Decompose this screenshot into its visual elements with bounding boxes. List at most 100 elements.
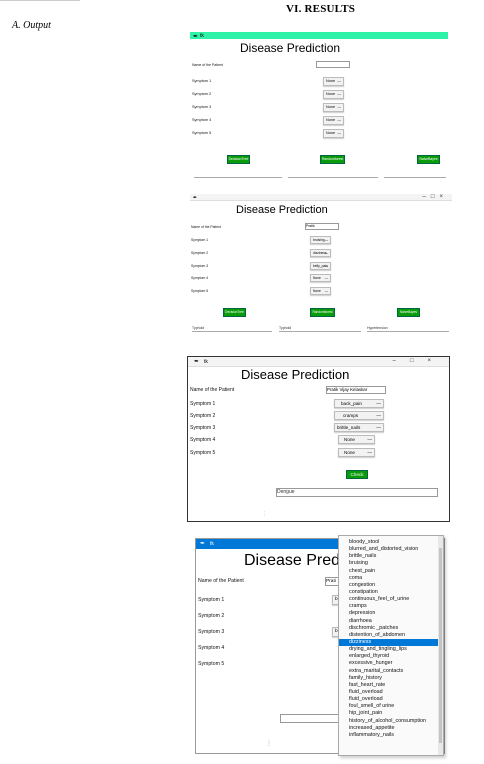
random-forest-output: [288, 172, 378, 178]
dropdown-options: bloody_stool blurred_and_distorted_vision…: [339, 536, 443, 739]
symptom-3-select[interactable]: belly_pain —: [310, 262, 331, 270]
dropdown-option[interactable]: brittle_nails: [339, 553, 443, 560]
symptom-2-select[interactable]: dizziness —: [310, 249, 331, 257]
naive-bayes-button[interactable]: NaiveBayes: [397, 308, 420, 317]
symptom-4-label: Symptom 4: [198, 645, 225, 651]
dropdown-option[interactable]: increased_appetite: [339, 725, 443, 732]
symptom-1-label: Symptom 1: [190, 401, 216, 407]
dropdown-option[interactable]: family_history: [339, 675, 443, 682]
naive-bayes-button[interactable]: NaiveBayes: [417, 155, 440, 164]
symptom-5-select[interactable]: None —: [310, 287, 331, 295]
dropdown-arrow-icon: —: [337, 92, 341, 96]
dropdown-scrollbar[interactable]: [438, 536, 443, 755]
check-button[interactable]: Check: [346, 470, 368, 479]
dropdown-option[interactable]: drying_and_tingling_lips: [339, 646, 443, 653]
patient-name-input[interactable]: Pratik Vijay Kelaskar: [326, 386, 386, 394]
dropdown-option[interactable]: constipation: [339, 589, 443, 596]
symptom-3-select[interactable]: brittle_nails —: [334, 423, 384, 432]
screenshot-window-1: ✒ tk Disease Prediction Name of the Pati…: [190, 32, 448, 180]
symptom-5-select[interactable]: None —: [338, 448, 375, 457]
symptom-3-select[interactable]: None —: [323, 103, 344, 112]
symptom-1-label: Symptom 1: [192, 79, 212, 83]
feather-icon: ✒: [194, 359, 200, 365]
dropdown-arrow-icon: —: [367, 437, 372, 442]
prediction-output: Dengue: [276, 488, 438, 497]
symptom-1-select[interactable]: back_pain —: [334, 399, 384, 408]
patient-name-label: Name of the Patient: [192, 63, 223, 67]
symptom-1-select[interactable]: None —: [323, 77, 344, 86]
naive-bayes-output: [384, 172, 446, 178]
dropdown-option[interactable]: dischromic _patches: [339, 625, 443, 632]
dropdown-arrow-icon: —: [324, 276, 328, 280]
dropdown-option[interactable]: hip_joint_pain: [339, 710, 443, 717]
resize-grip-icon: ⋮: [266, 741, 272, 747]
title-bar: ✒ –□×: [190, 194, 452, 201]
symptom-4-label: Symptom 4: [190, 437, 216, 443]
dropdown-option[interactable]: fluid_overload: [339, 696, 443, 703]
dropdown-option[interactable]: extra_marital_contacts: [339, 668, 443, 675]
window-controls-icon[interactable]: –□×: [393, 358, 445, 364]
symptom-3-label: Symptom 3: [190, 425, 216, 431]
symptom-4-select[interactable]: None —: [323, 116, 344, 125]
dropdown-arrow-icon: —: [337, 105, 341, 109]
dropdown-option[interactable]: dizziness: [339, 638, 443, 647]
patient-name-input[interactable]: [316, 61, 350, 68]
patient-name-label: Name of the Patient: [191, 225, 221, 229]
symptom-4-label: Symptom 4: [191, 276, 209, 280]
dropdown-option[interactable]: fluid_overload: [339, 689, 443, 696]
dropdown-arrow-icon: —: [324, 251, 328, 255]
scrollbar-thumb[interactable]: [439, 548, 442, 743]
window-name: tk: [200, 33, 204, 39]
dropdown-option[interactable]: congestion: [339, 582, 443, 589]
symptom-2-label: Symptom 2: [192, 92, 212, 96]
symptom-1-select[interactable]: bruising —: [310, 236, 331, 244]
subsection-heading: A. Output: [12, 20, 51, 31]
random-forest-button[interactable]: Randomforest: [320, 155, 345, 164]
dropdown-option[interactable]: diarrhoea: [339, 618, 443, 625]
dropdown-arrow-icon: —: [337, 79, 341, 83]
symptom-5-label: Symptom 5: [191, 289, 209, 293]
decision-tree-button[interactable]: DecisionTree: [223, 308, 246, 317]
top-rule: [0, 0, 80, 1]
decision-tree-button[interactable]: DecisionTree: [227, 155, 250, 164]
dropdown-arrow-icon: —: [337, 118, 341, 122]
dropdown-option[interactable]: chest_pain: [339, 568, 443, 575]
dropdown-option[interactable]: excessive_hunger: [339, 660, 443, 667]
symptom-4-select[interactable]: None —: [310, 274, 331, 282]
dropdown-option[interactable]: bloody_stool: [339, 539, 443, 546]
dropdown-option[interactable]: history_of_alcohol_consumption: [339, 718, 443, 725]
random-forest-output: Typhoid: [279, 326, 361, 332]
patient-name-input[interactable]: Pratik: [305, 223, 339, 230]
dropdown-option[interactable]: distention_of_abdomen: [339, 632, 443, 639]
feather-icon: ✒: [193, 34, 199, 40]
symptom-3-label: Symptom 3: [192, 105, 212, 109]
dropdown-option[interactable]: fast_heart_rate: [339, 682, 443, 689]
window-name: tk: [204, 359, 208, 365]
patient-name-label: Name of the Patient: [198, 578, 244, 584]
random-forest-button[interactable]: Randomforest: [310, 308, 335, 317]
dropdown-option[interactable]: bruising: [339, 560, 443, 567]
dropdown-arrow-icon: —: [324, 264, 328, 268]
symptom-3-label: Symptom 3: [191, 264, 209, 268]
app-title: Disease Prediction: [241, 367, 350, 382]
dropdown-option[interactable]: continuous_feel_of_urine: [339, 596, 443, 603]
symptom-5-label: Symptom 5: [192, 131, 212, 135]
dropdown-option[interactable]: coma: [339, 575, 443, 582]
app-title: Disease Prediction: [236, 204, 328, 216]
dropdown-option[interactable]: depression: [339, 610, 443, 617]
symptom-dropdown-list[interactable]: bloody_stool blurred_and_distorted_vision…: [338, 535, 444, 756]
symptom-3-label: Symptom 3: [198, 629, 225, 635]
dropdown-option[interactable]: blurred_and_distorted_vision: [339, 546, 443, 553]
symptom-5-select[interactable]: None —: [323, 129, 344, 138]
symptom-4-select[interactable]: None —: [338, 435, 375, 444]
dropdown-option[interactable]: inflammatory_nails: [339, 732, 443, 739]
title-bar: ✒ tk: [190, 32, 448, 40]
dropdown-option[interactable]: cramps: [339, 603, 443, 610]
symptom-2-select[interactable]: cramps —: [334, 411, 384, 420]
dropdown-option[interactable]: foul_smell_of urine: [339, 703, 443, 710]
title-bar: ✒ tk –□×: [188, 357, 449, 367]
dropdown-arrow-icon: —: [324, 289, 328, 293]
window-controls-icon[interactable]: –□×: [423, 194, 448, 200]
symptom-2-select[interactable]: None —: [323, 90, 344, 99]
dropdown-option[interactable]: enlarged_thyroid: [339, 653, 443, 660]
